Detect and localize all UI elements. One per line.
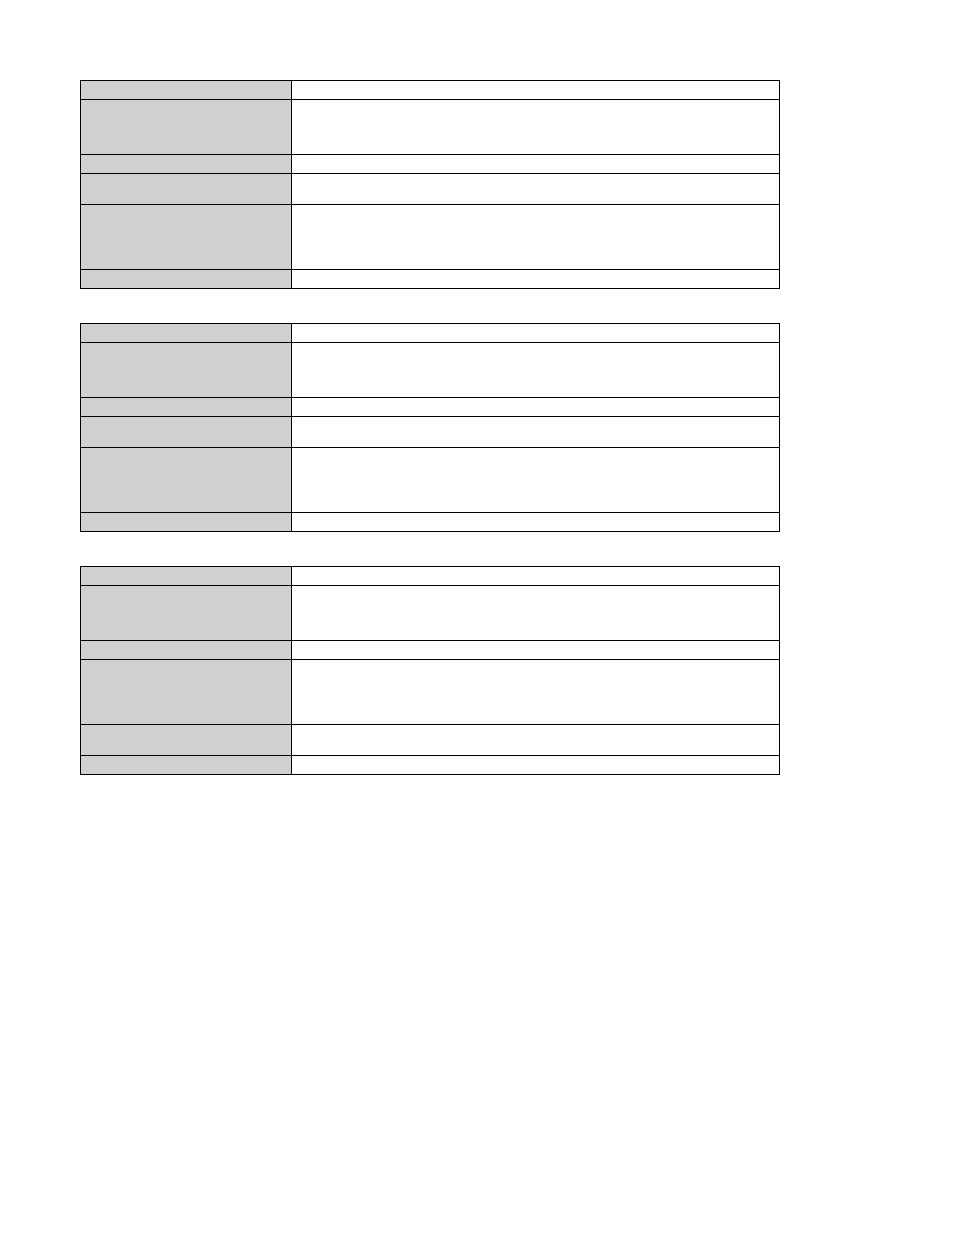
cell-label — [81, 756, 292, 775]
table-row — [81, 725, 780, 756]
cell-value — [292, 324, 780, 343]
table-row — [81, 100, 780, 155]
table-row — [81, 155, 780, 174]
cell-value — [292, 100, 780, 155]
cell-label — [81, 398, 292, 417]
cell-label — [81, 174, 292, 205]
table-row — [81, 205, 780, 270]
cell-label — [81, 155, 292, 174]
info-table-1 — [80, 80, 780, 289]
table-row — [81, 324, 780, 343]
cell-value — [292, 725, 780, 756]
cell-value — [292, 270, 780, 289]
cell-label — [81, 660, 292, 725]
info-table-3 — [80, 566, 780, 775]
cell-value — [292, 155, 780, 174]
cell-value — [292, 513, 780, 532]
table-row — [81, 398, 780, 417]
cell-label — [81, 417, 292, 448]
table-row — [81, 417, 780, 448]
cell-value — [292, 398, 780, 417]
cell-value — [292, 756, 780, 775]
table-row — [81, 270, 780, 289]
cell-value — [292, 567, 780, 586]
page-content — [0, 0, 954, 849]
cell-value — [292, 81, 780, 100]
cell-label — [81, 270, 292, 289]
cell-label — [81, 324, 292, 343]
cell-value — [292, 174, 780, 205]
cell-label — [81, 641, 292, 660]
table-row — [81, 756, 780, 775]
cell-label — [81, 81, 292, 100]
table-row — [81, 641, 780, 660]
cell-label — [81, 205, 292, 270]
cell-value — [292, 586, 780, 641]
cell-value — [292, 660, 780, 725]
cell-label — [81, 567, 292, 586]
cell-value — [292, 641, 780, 660]
cell-label — [81, 725, 292, 756]
table-row — [81, 513, 780, 532]
info-table-2 — [80, 323, 780, 532]
table-row — [81, 448, 780, 513]
cell-value — [292, 343, 780, 398]
cell-label — [81, 448, 292, 513]
table-row — [81, 660, 780, 725]
cell-value — [292, 205, 780, 270]
table-row — [81, 586, 780, 641]
table-row — [81, 567, 780, 586]
cell-value — [292, 417, 780, 448]
cell-label — [81, 100, 292, 155]
cell-label — [81, 513, 292, 532]
table-row — [81, 343, 780, 398]
cell-label — [81, 343, 292, 398]
cell-value — [292, 448, 780, 513]
table-row — [81, 81, 780, 100]
table-row — [81, 174, 780, 205]
cell-label — [81, 586, 292, 641]
